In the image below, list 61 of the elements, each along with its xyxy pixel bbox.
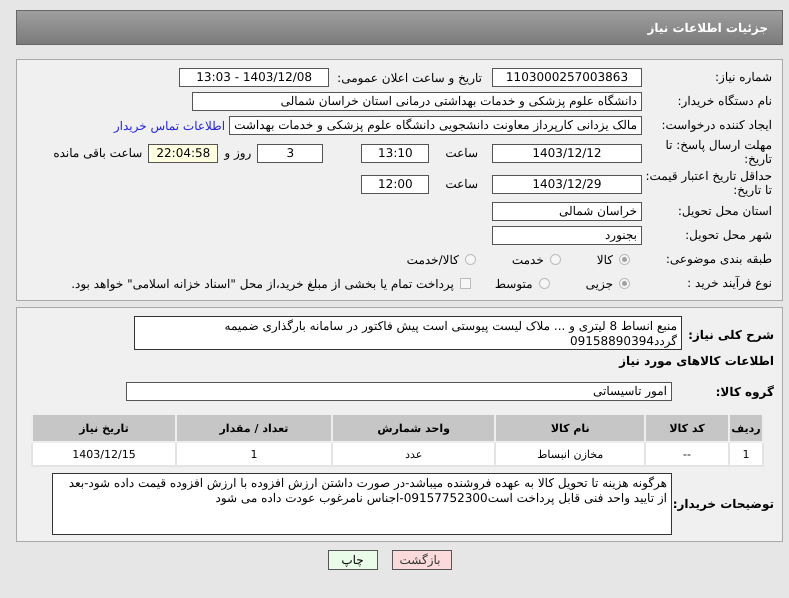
deadline-date-field: 1403/12/12 [492, 144, 642, 162]
field-label: گروه کالا: [714, 384, 775, 398]
announce-date-field: 1403/12/08 - 13:03 [179, 68, 330, 87]
goods-group-field: امور تاسیساتی [126, 382, 672, 401]
option-label: کالا/خدمت [406, 252, 459, 266]
field-label: شماره نیاز: [714, 70, 773, 84]
radio-button[interactable] [538, 278, 550, 289]
option-label: خدمت [512, 252, 544, 266]
field-label: استان محل تحویل: [676, 204, 773, 218]
table-cell: 1 [729, 442, 763, 466]
field-label: طبقه بندی موضوعی: [664, 252, 773, 266]
option-label: متوسط [494, 276, 533, 290]
table-cell: -- [645, 442, 729, 466]
field-label: مهلت ارسال پاسخ: تا تاریخ: [664, 139, 773, 167]
table-cell: مخازن انبساط [495, 442, 646, 466]
column-header: تاریخ نیاز [32, 414, 176, 442]
column-header: ردیف [729, 414, 763, 442]
validity-time-field: 12:00 [361, 174, 430, 194]
table-cell: 1 [176, 442, 332, 466]
days-field: 3 [257, 144, 324, 162]
back-button[interactable]: بازگشت [392, 550, 452, 570]
checkbox[interactable] [460, 278, 471, 289]
days-label: روز و [224, 146, 252, 160]
radio-button[interactable] [619, 254, 630, 265]
time-label: ساعت [445, 146, 478, 160]
city-field: بجنورد [492, 226, 642, 245]
column-header: نام کالا [495, 414, 646, 442]
buyer-notes-box: هرگونه هزینه تا تحویل کالا به عهده فروشنده میباشد-در صورت داشتن ارزش افزوده با ارزش افزوده قیمت داده شود-بعد از تایید واحد فنی قابل پرداخت است09157752300-اجناس نامرغوب عودت داده می شود [52, 473, 672, 535]
field-label: تاریخ و ساعت اعلان عمومی: [337, 70, 482, 84]
remaining-time-field: 22:04:58 [148, 144, 218, 162]
description-box: منبع انساط 8 لیتری و ... ملاک لیست پیوستی است پیش فاکتور در سامانه بارگذاری ضمیمه گردد09158890394 [134, 316, 682, 350]
field-label: حداقل تاریخ اعتبار قیمت: تا تاریخ: [644, 170, 773, 198]
option-label: کالا [596, 252, 613, 266]
column-header: تعداد / مقدار [176, 414, 332, 442]
checkbox-label: پرداخت تمام یا بخشی از مبلغ خرید،از محل "اسناد خزانه اسلامی" خواهد بود. [71, 276, 454, 290]
column-header: کد کالا [645, 414, 729, 442]
remaining-label: ساعت باقی مانده [53, 146, 142, 160]
radio-button[interactable] [550, 254, 561, 265]
field-label: نوع فرآیند خرید : [686, 276, 773, 290]
print-button[interactable]: چاپ [328, 550, 378, 570]
time-label: ساعت [445, 177, 478, 191]
field-label: شهر محل تحویل: [684, 228, 773, 242]
validity-date-field: 1403/12/29 [492, 174, 642, 194]
deadline-time-field: 13:10 [361, 144, 430, 162]
section-heading: اطلاعات کالاهای مورد نیاز [618, 354, 775, 370]
table-cell: عدد [332, 442, 496, 466]
buyer-org-field: دانشگاه علوم پزشکی و خدمات بهداشتی درمانی استان خراسان شمالی [192, 92, 642, 111]
field-label: توضیحات خریدار: [672, 497, 775, 511]
page-title: جزئیات اطلاعات نیاز [647, 20, 768, 34]
province-field: خراسان شمالی [492, 202, 642, 221]
field-label: شرح کلی نیاز: [687, 328, 775, 342]
field-label: نام دستگاه خریدار: [676, 94, 773, 108]
field-label: ایجاد کننده درخواست: [660, 118, 773, 132]
creator-field: مالک یزدانی کارپرداز معاونت دانشجویی دانشگاه علوم پزشکی و خدمات بهداشت [229, 116, 642, 135]
table-cell: 1403/12/15 [32, 442, 176, 466]
column-header: واحد شمارش [332, 414, 496, 442]
radio-button[interactable] [619, 278, 630, 289]
need-number-field: 1103000257003863 [492, 68, 642, 87]
contact-link[interactable]: اطلاعات تماس خریدار [114, 118, 226, 132]
radio-button[interactable] [464, 254, 476, 265]
option-label: جزیی [586, 276, 613, 290]
